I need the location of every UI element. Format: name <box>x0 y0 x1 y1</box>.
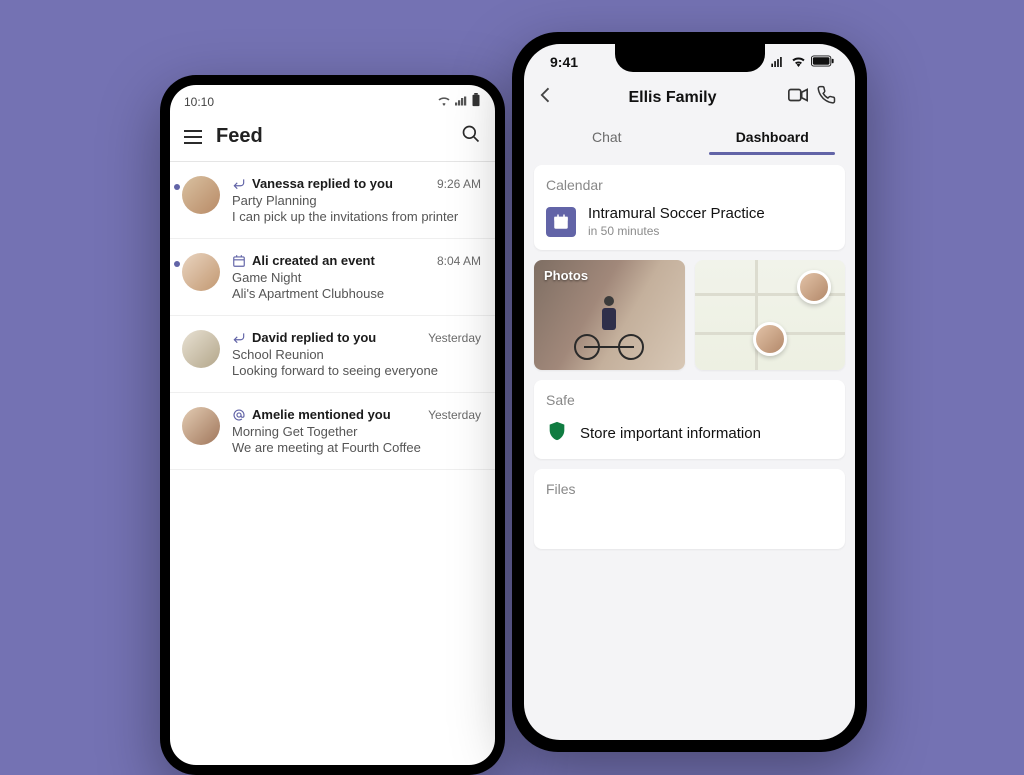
video-call-icon[interactable] <box>787 84 809 111</box>
reply-icon <box>232 177 246 191</box>
tile-row: Photos <box>534 260 845 370</box>
feed-headline: Amelie mentioned you <box>252 407 391 422</box>
files-card[interactable]: Files <box>534 469 845 549</box>
safe-text: Store important information <box>580 425 761 442</box>
calendar-event-text: Intramural Soccer Practice in 50 minutes <box>588 205 765 238</box>
unread-indicator <box>174 261 180 267</box>
feed-message: Ali's Apartment Clubhouse <box>232 286 481 301</box>
feed-subject: School Reunion <box>232 347 481 362</box>
feed-subject: Party Planning <box>232 193 481 208</box>
feed-time: Yesterday <box>428 331 481 345</box>
feed-title: Feed <box>216 125 447 148</box>
feed-time: 8:04 AM <box>437 254 481 268</box>
wifi-icon <box>791 54 806 70</box>
ios-time: 9:41 <box>550 54 578 70</box>
android-header: Feed <box>170 114 495 161</box>
feed-headline: David replied to you <box>252 330 376 345</box>
feed-body: Ali created an event 8:04 AM Game Night … <box>232 253 481 301</box>
calendar-event-title: Intramural Soccer Practice <box>588 205 765 222</box>
feed-subject: Morning Get Together <box>232 424 481 439</box>
battery-icon <box>471 93 481 110</box>
photos-tile[interactable]: Photos <box>534 260 685 370</box>
feed-item[interactable]: Ali created an event 8:04 AM Game Night … <box>170 239 495 316</box>
location-tile[interactable] <box>695 260 846 370</box>
feed-body: Amelie mentioned you Yesterday Morning G… <box>232 407 481 455</box>
android-screen: 10:10 Feed <box>170 85 495 765</box>
calendar-icon <box>546 207 576 237</box>
calendar-event-subtitle: in 50 minutes <box>588 224 765 238</box>
tab-dashboard[interactable]: Dashboard <box>690 121 856 155</box>
ios-screen: 9:41 Ellis Family <box>524 44 855 740</box>
mention-icon <box>232 408 246 422</box>
calendar-card[interactable]: Calendar Intramural Soccer Practice in 5… <box>534 165 845 250</box>
shield-icon <box>546 420 568 447</box>
search-icon[interactable] <box>461 124 481 149</box>
avatar <box>182 176 220 214</box>
feed-item[interactable]: Amelie mentioned you Yesterday Morning G… <box>170 393 495 470</box>
signal-icon <box>455 95 467 109</box>
safe-card[interactable]: Safe Store important information <box>534 380 845 459</box>
hamburger-menu-icon[interactable] <box>184 130 202 144</box>
chat-title: Ellis Family <box>566 89 779 107</box>
ios-phone-frame: 9:41 Ellis Family <box>512 32 867 752</box>
feed-message: We are meeting at Fourth Coffee <box>232 440 481 455</box>
android-status-bar: 10:10 <box>170 85 495 114</box>
avatar <box>182 407 220 445</box>
location-pin <box>797 270 831 304</box>
feed-item[interactable]: Vanessa replied to you 9:26 AM Party Pla… <box>170 162 495 239</box>
feed-headline: Ali created an event <box>252 253 375 268</box>
tab-chat[interactable]: Chat <box>524 121 690 155</box>
android-status-icons <box>437 93 481 110</box>
android-phone-frame: 10:10 Feed <box>160 75 505 775</box>
calendar-event-row[interactable]: Intramural Soccer Practice in 50 minutes <box>546 205 833 238</box>
ios-tabs: Chat Dashboard <box>524 113 855 155</box>
phone-call-icon[interactable] <box>817 85 839 110</box>
feed-message: I can pick up the invitations from print… <box>232 209 481 224</box>
ios-status-icons <box>770 54 835 70</box>
safe-label: Safe <box>546 392 833 408</box>
safe-row[interactable]: Store important information <box>546 420 833 447</box>
files-label: Files <box>546 481 833 497</box>
feed-body: Vanessa replied to you 9:26 AM Party Pla… <box>232 176 481 224</box>
feed-item[interactable]: David replied to you Yesterday School Re… <box>170 316 495 393</box>
reply-icon <box>232 331 246 345</box>
photos-label: Photos <box>544 268 588 283</box>
feed-time: Yesterday <box>428 408 481 422</box>
signal-icon <box>770 54 786 70</box>
wifi-icon <box>437 95 451 109</box>
feed-body: David replied to you Yesterday School Re… <box>232 330 481 378</box>
feed-message: Looking forward to seeing everyone <box>232 363 481 378</box>
ios-titlebar: Ellis Family <box>524 74 855 113</box>
android-time: 10:10 <box>184 95 214 109</box>
unread-indicator <box>174 184 180 190</box>
feed-subject: Game Night <box>232 270 481 285</box>
feed-time: 9:26 AM <box>437 177 481 191</box>
back-icon[interactable] <box>536 85 558 110</box>
calendar-icon <box>232 254 246 268</box>
location-pin <box>753 322 787 356</box>
map-road <box>755 260 758 370</box>
notch <box>615 44 765 72</box>
battery-icon <box>811 54 835 70</box>
avatar <box>182 330 220 368</box>
dashboard-scroll[interactable]: Calendar Intramural Soccer Practice in 5… <box>524 155 855 559</box>
avatar <box>182 253 220 291</box>
bicycle-figure <box>574 316 644 360</box>
feed-headline: Vanessa replied to you <box>252 176 393 191</box>
calendar-label: Calendar <box>546 177 833 193</box>
